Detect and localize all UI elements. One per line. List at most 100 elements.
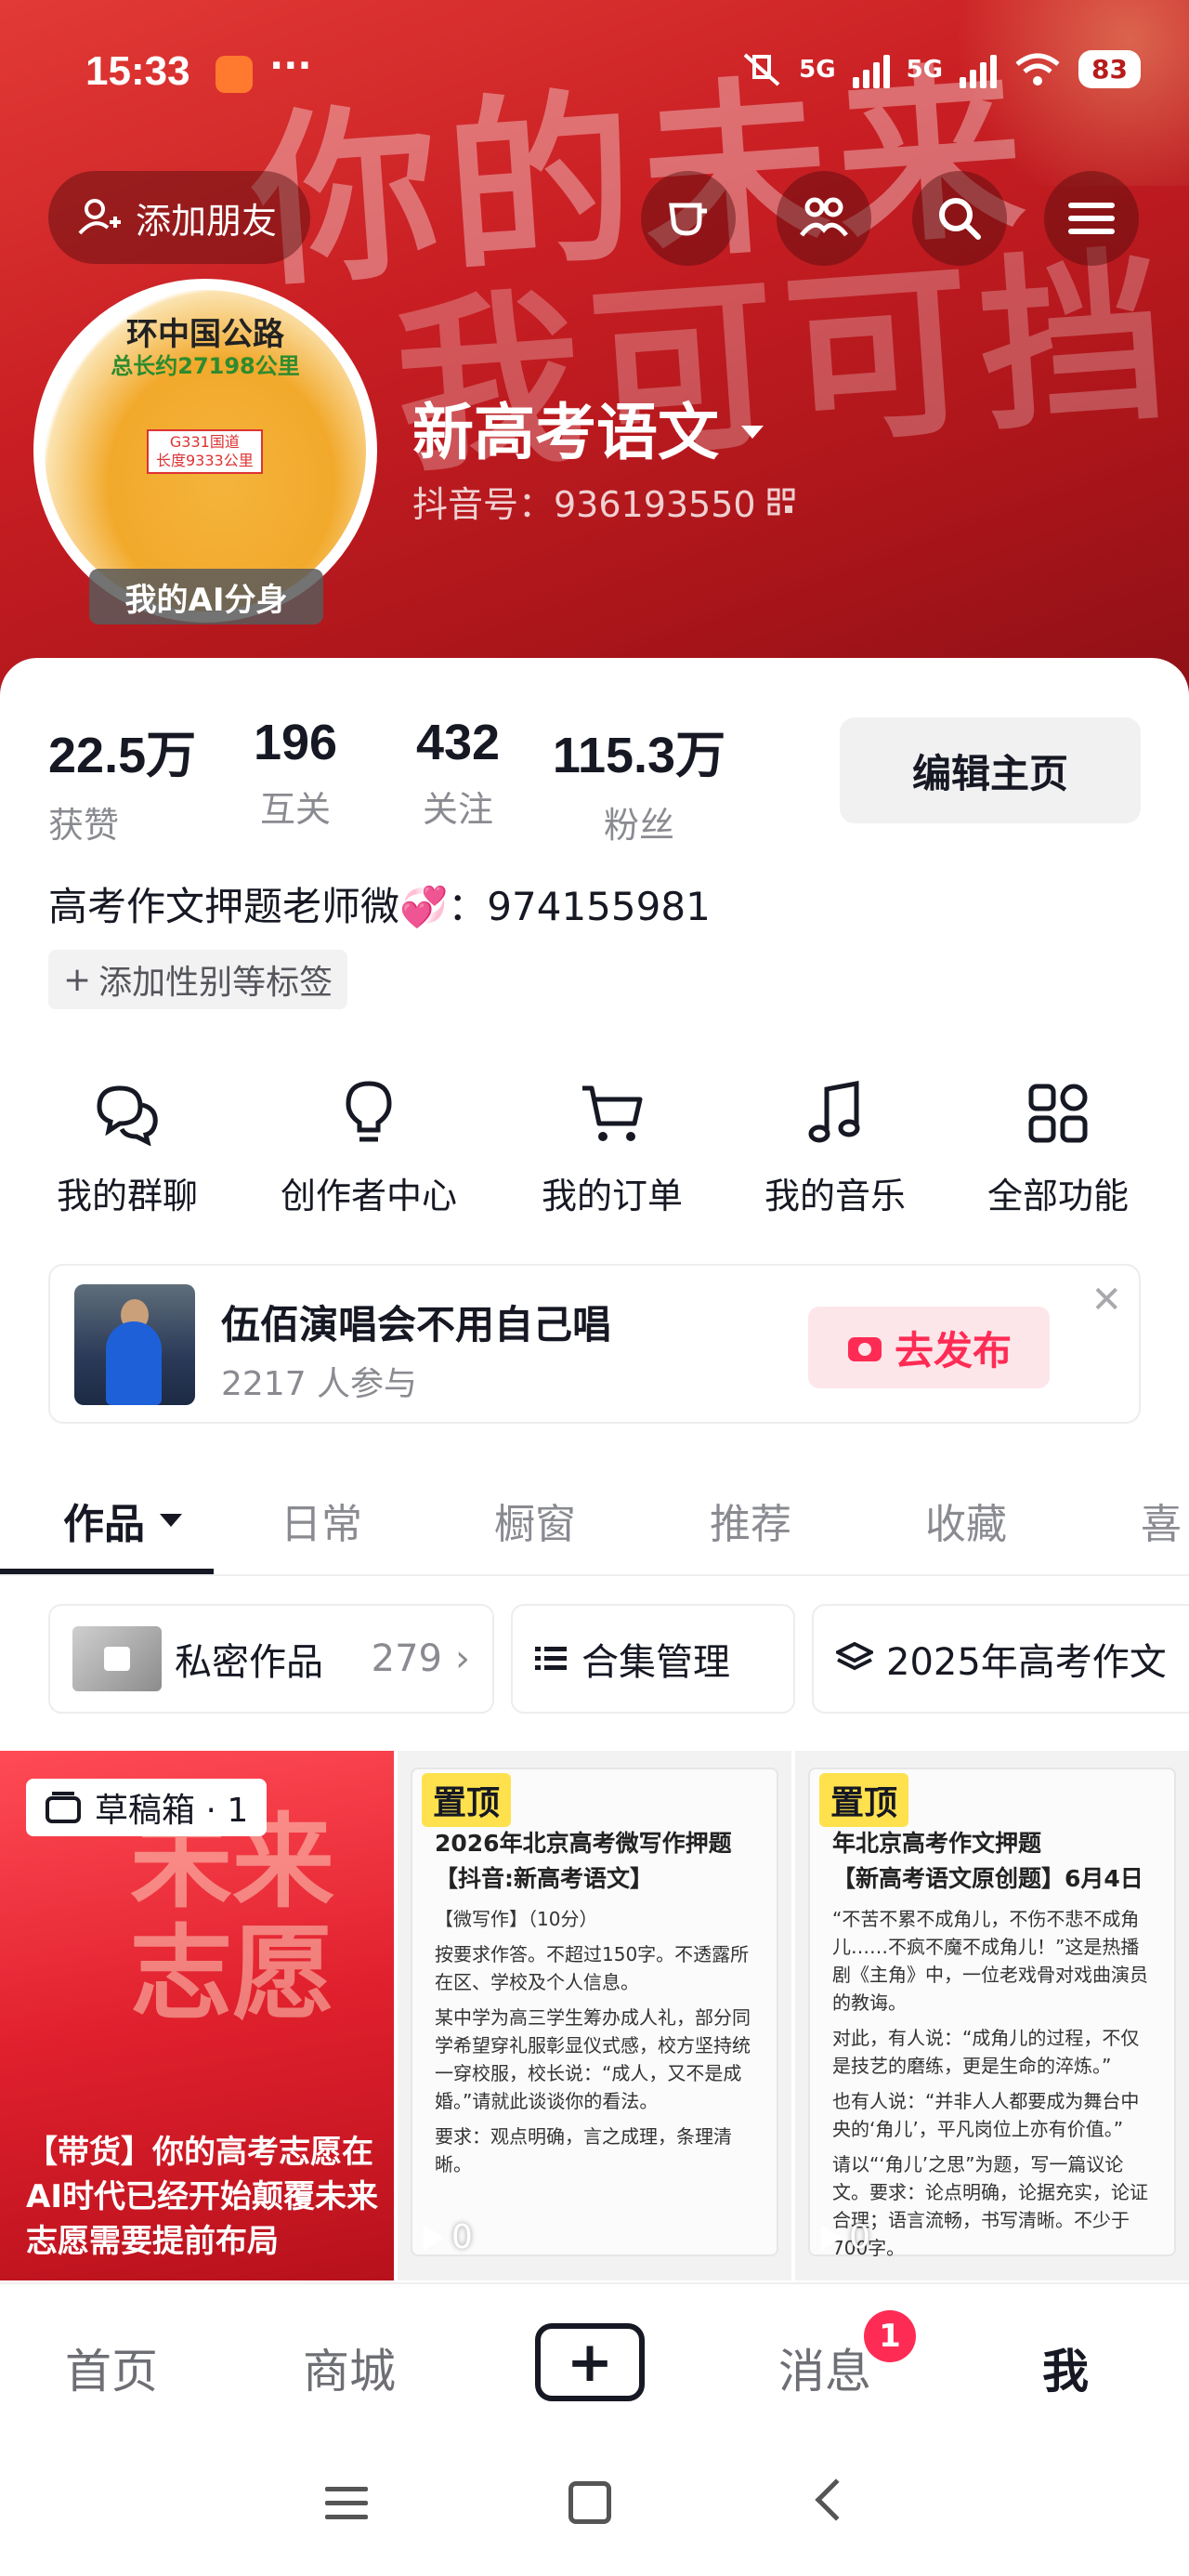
quick-action-music[interactable]: 我的音乐 <box>756 1076 914 1218</box>
quick-action-creator-center[interactable]: 创作者中心 <box>269 1076 468 1218</box>
challenge-promo-card[interactable]: 伍佰演唱会不用自己唱 2217 人参与 去发布 ✕ <box>48 1264 1141 1424</box>
list-icon <box>535 1647 567 1670</box>
works-filter-chips: 私密作品 279 › 合集管理 2025年高考作文 <box>48 1604 1189 1714</box>
search-button[interactable] <box>912 171 1007 266</box>
plus-icon: + <box>63 960 92 999</box>
bio-text: 高考作文押题老师微💞：974155981 <box>48 884 711 929</box>
music-icon <box>808 1080 860 1143</box>
create-post-button[interactable]: + <box>535 2323 645 2401</box>
layers-icon <box>836 1642 873 1671</box>
playlist-label: 2025年高考作文 <box>886 1641 1167 1684</box>
draft-box-tile[interactable]: 未来志愿 草稿箱 · 1 【带货】你的高考志愿在AI时代已经开始颠覆未来志愿需要… <box>0 1751 394 2280</box>
stat-likes[interactable]: 22.5万 获赞 <box>48 714 212 848</box>
promo-participants: 2217 人参与 <box>221 1365 418 1403</box>
collection-manage-label: 合集管理 <box>581 1641 730 1684</box>
publish-button[interactable]: 去发布 <box>808 1307 1050 1388</box>
nav-home[interactable]: 首页 <box>65 2334 158 2401</box>
playlist-chip[interactable]: 2025年高考作文 <box>812 1604 1189 1714</box>
status-bar: 15:33 ··· 5G 5G 83 <box>0 0 1189 149</box>
stat-followers[interactable]: 115.3万 粉丝 <box>537 714 741 848</box>
nickname[interactable]: 新高考语文 <box>412 383 764 472</box>
network-5g-label: 5G <box>799 55 836 84</box>
draft-cover-text: 未来志愿 <box>130 1802 334 2033</box>
pinned-badge: 置顶 <box>819 1773 909 1827</box>
work-cover-document: 2026年北京高考微写作押题 【抖音:新高考语文】 【微写作】（10分） 按要求… <box>411 1768 778 2256</box>
tab-works[interactable]: 作品 <box>63 1491 184 1550</box>
chat-icon <box>97 1085 158 1146</box>
friends-button[interactable] <box>777 171 871 266</box>
menu-button[interactable] <box>1044 171 1139 266</box>
qr-code-icon[interactable] <box>767 488 795 516</box>
stats-row: 22.5万 获赞 196 互关 432 关注 115.3万 粉丝 <box>48 714 741 848</box>
active-tab-underline <box>0 1569 214 1574</box>
avatar-map-subtitle: 总长约27198公里 <box>111 353 300 379</box>
add-tags-button[interactable]: + 添加性别等标签 <box>48 950 348 1009</box>
private-works-chip[interactable]: 私密作品 279 › <box>48 1604 494 1714</box>
collection-manage-chip[interactable]: 合集管理 <box>511 1604 795 1714</box>
wifi-icon <box>1015 53 1060 85</box>
quick-action-orders[interactable]: 我的订单 <box>533 1076 691 1218</box>
lock-icon <box>72 1626 162 1691</box>
play-icon <box>424 2224 444 2251</box>
draft-badge: 草稿箱 · 1 <box>26 1779 268 1836</box>
ai-avatar-badge[interactable]: 我的AI分身 <box>89 569 323 624</box>
camera-icon <box>847 1337 882 1361</box>
nickname-text: 新高考语文 <box>412 397 719 468</box>
tab-showcase[interactable]: 橱窗 <box>494 1491 576 1550</box>
system-nav-bar <box>0 2438 1189 2576</box>
tab-likes[interactable]: 喜 <box>1141 1491 1182 1550</box>
search-icon <box>939 198 981 240</box>
caret-down-icon <box>160 1514 182 1527</box>
close-icon[interactable]: ✕ <box>1091 1279 1122 1321</box>
mute-icon <box>743 53 780 85</box>
private-works-count: 279 <box>371 1637 442 1680</box>
add-friend-button[interactable]: 添加朋友 <box>48 171 311 264</box>
add-tags-label: 添加性别等标签 <box>98 964 333 1002</box>
signal-icon-2 <box>960 51 998 88</box>
quick-action-all[interactable]: 全部功能 <box>979 1076 1137 1218</box>
stat-following[interactable]: 432 关注 <box>379 714 537 848</box>
network-5g-label-2: 5G <box>906 55 944 84</box>
add-user-icon <box>78 199 121 235</box>
tab-daily[interactable]: 日常 <box>281 1491 362 1550</box>
more-notifications-icon: ··· <box>269 45 312 87</box>
promo-thumbnail <box>74 1284 195 1405</box>
stat-mutual[interactable]: 196 互关 <box>212 714 379 848</box>
home-icon[interactable] <box>568 2481 611 2524</box>
visitor-icon <box>669 203 707 236</box>
recent-apps-icon[interactable] <box>325 2487 368 2529</box>
publish-label: 去发布 <box>894 1327 1012 1373</box>
nav-messages[interactable]: 消息 <box>778 2334 871 2401</box>
promo-title: 伍佰演唱会不用自己唱 <box>221 1302 612 1347</box>
app-notification-icon <box>216 56 253 93</box>
play-count: 0 <box>821 2218 870 2256</box>
back-icon[interactable] <box>815 2478 857 2521</box>
play-icon <box>821 2224 842 2251</box>
cart-icon <box>582 1085 643 1141</box>
nav-mall[interactable]: 商城 <box>303 2334 396 2401</box>
account-switch-icon[interactable] <box>741 426 764 439</box>
work-tile[interactable]: 2026年北京高考微写作押题 【抖音:新高考语文】 【微写作】（10分） 按要求… <box>398 1751 791 2280</box>
edit-profile-button[interactable]: 编辑主页 <box>840 717 1141 823</box>
apps-icon <box>1028 1084 1088 1143</box>
douyin-id[interactable]: 抖音号：936193550 <box>412 476 795 527</box>
plus-icon: + <box>566 2330 614 2395</box>
visitor-button[interactable] <box>641 171 736 266</box>
friends-icon <box>800 197 848 237</box>
work-cover-document: 年北京高考作文押题 【新高考语文原创题】6月4日 “不苦不累不成角儿，不伤不悲不… <box>808 1768 1176 2259</box>
avatar-map-tag: G331国道 长度9333公里 <box>147 429 263 474</box>
chevron-right-icon: › <box>455 1637 470 1680</box>
bottom-nav: 首页 商城 + 消息 1 我 <box>0 2282 1189 2438</box>
private-works-label: 私密作品 <box>175 1641 323 1684</box>
play-count: 0 <box>424 2218 473 2256</box>
tab-recommend[interactable]: 推荐 <box>710 1491 791 1550</box>
work-tile[interactable]: 年北京高考作文押题 【新高考语文原创题】6月4日 “不苦不累不成角儿，不伤不悲不… <box>795 1751 1189 2280</box>
status-time: 15:33 <box>85 48 190 94</box>
works-grid: 未来志愿 草稿箱 · 1 【带货】你的高考志愿在AI时代已经开始颠覆未来志愿需要… <box>0 1751 1189 2280</box>
quick-action-group-chat[interactable]: 我的群聊 <box>48 1076 206 1218</box>
bulb-icon <box>346 1081 392 1142</box>
tab-favorites[interactable]: 收藏 <box>925 1491 1007 1550</box>
add-friend-label: 添加朋友 <box>136 200 278 242</box>
signal-icon <box>852 51 890 88</box>
nav-me[interactable]: 我 <box>1042 2334 1089 2401</box>
